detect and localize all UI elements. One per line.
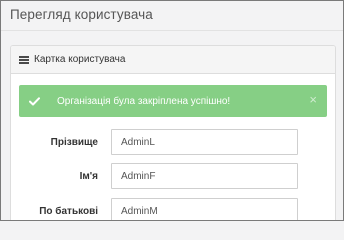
check-icon: [29, 96, 45, 106]
app-window: Перегляд користувача Картка користувача …: [0, 0, 344, 221]
success-alert: Організація була закріплена успішно! ×: [19, 85, 327, 117]
close-icon[interactable]: ×: [309, 93, 317, 107]
alert-message: Організація була закріплена успішно!: [57, 95, 231, 107]
form-row-first-name: Ім'я: [11, 163, 335, 195]
user-card-panel: Картка користувача Організація була закр…: [10, 45, 336, 220]
middle-name-field[interactable]: [111, 198, 298, 220]
panel-heading: Картка користувача: [11, 46, 335, 74]
last-name-label: Прізвище: [50, 137, 98, 148]
last-name-field[interactable]: [111, 129, 298, 155]
first-name-field[interactable]: [111, 163, 298, 189]
form-row-middle-name: По батькові: [11, 198, 335, 220]
first-name-label: Ім'я: [79, 171, 98, 182]
panel-heading-title: Картка користувача: [34, 54, 126, 65]
list-icon: [19, 55, 29, 64]
page-title: Перегляд користувача: [10, 7, 153, 22]
form-row-last-name: Прізвище: [11, 129, 335, 161]
middle-name-label: По батькові: [39, 206, 98, 217]
header-divider: [1, 30, 343, 31]
